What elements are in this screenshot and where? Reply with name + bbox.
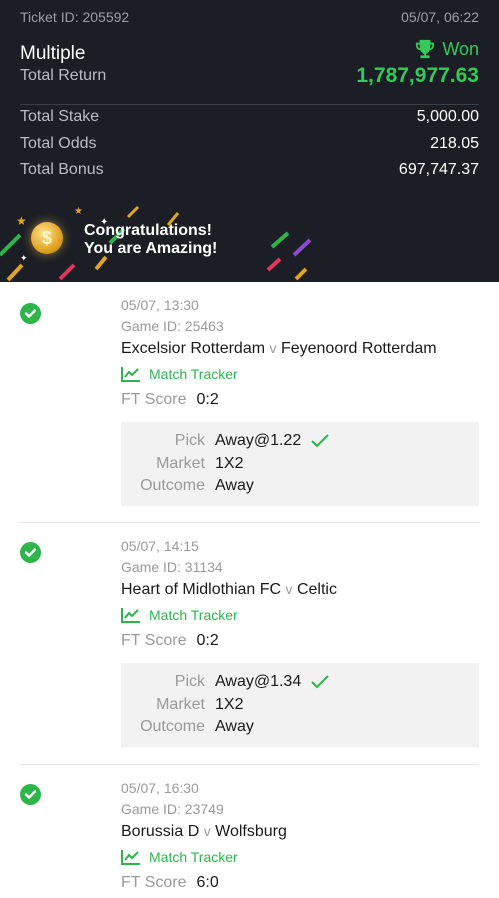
- outcome-value: Away: [215, 718, 254, 736]
- total-return-row: Total Return 1,787,977.63: [20, 64, 479, 88]
- game-id: Game ID: 25463: [121, 318, 224, 334]
- total-stake-label: Total Stake: [20, 108, 100, 125]
- pick-value: Away@1.22: [215, 432, 302, 450]
- outcome-row: Outcome Away: [121, 475, 479, 498]
- game-id: Game ID: 23749: [121, 801, 224, 817]
- total-return-value: 1,787,977.63: [356, 64, 479, 87]
- ft-score-value: 6:0: [196, 874, 219, 891]
- match-details: 05/07, 16:30 Game ID: 23749 Borussia D v…: [121, 779, 479, 893]
- congrats-banner: Congratulations! You are Amazing!: [84, 222, 217, 258]
- versus-label: v: [203, 823, 211, 839]
- chart-icon: [121, 367, 140, 382]
- check-circle-icon: [20, 303, 41, 324]
- match-tracker-link[interactable]: Match Tracker: [121, 364, 479, 384]
- pick-row: Pick Away@1.22: [121, 430, 479, 453]
- market-value: 1X2: [215, 695, 244, 713]
- total-stake-row: Total Stake 5,000.00: [20, 108, 479, 126]
- away-team: Celtic: [296, 581, 337, 598]
- home-team: Heart of Midlothian FC: [121, 581, 282, 598]
- ft-score-row: FT Score 6:0: [121, 873, 479, 893]
- match-time: 05/07, 13:30: [121, 297, 199, 313]
- ft-score-label: FT Score: [121, 632, 187, 649]
- ticket-time: 05/07, 06:22: [401, 9, 479, 25]
- chart-icon: [121, 850, 140, 865]
- ft-score-label: FT Score: [121, 391, 187, 408]
- match-divider: [20, 522, 479, 523]
- pick-label: Pick: [174, 432, 205, 450]
- check-circle-icon: [20, 784, 41, 805]
- match-time: 05/07, 14:15: [121, 538, 199, 554]
- total-stake-value: 5,000.00: [416, 108, 479, 125]
- versus-label: v: [285, 581, 293, 597]
- bet-type: Multiple: [20, 43, 86, 64]
- match-tracker-label: Match Tracker: [149, 607, 238, 623]
- checkmark-icon: [311, 434, 329, 448]
- trophy-icon: [416, 39, 435, 59]
- ticket-id: Ticket ID: 205592: [20, 9, 130, 25]
- total-bonus-label: Total Bonus: [20, 161, 104, 178]
- coin-symbol: $: [41, 227, 52, 248]
- pick-value-wrap: Away@1.22: [215, 432, 329, 450]
- match-divider: [20, 764, 479, 765]
- ft-score-row: FT Score 0:2: [121, 631, 479, 651]
- match-teams: Heart of Midlothian FC v Celtic: [121, 578, 479, 601]
- total-return-label: Total Return: [20, 67, 107, 84]
- confetti-decoration: ★ ★ ✦ ✦: [0, 205, 312, 282]
- ticket-id-row: Ticket ID: 205592 05/07, 06:22: [20, 9, 479, 25]
- won-label: Won: [442, 38, 479, 59]
- won-status: Won: [414, 39, 479, 60]
- match-details: 05/07, 14:15 Game ID: 31134 Heart of Mid…: [121, 537, 479, 747]
- pick-label: Pick: [174, 673, 205, 691]
- outcome-value: Away: [215, 477, 254, 495]
- congrats-line1: Congratulations!: [84, 222, 212, 239]
- away-team: Wolfsburg: [215, 823, 287, 840]
- outcome-row: Outcome Away: [121, 716, 479, 739]
- bet-type-row: Multiple Won: [20, 33, 479, 65]
- pick-details-box: Pick Away@1.22 Market 1X2 Outcome Away: [121, 422, 479, 506]
- match-details: 05/07, 13:30 Game ID: 25463 Excelsior Ro…: [121, 296, 479, 506]
- away-team: Feyenoord Rotterdam: [280, 340, 437, 357]
- svg-text:★: ★: [74, 206, 83, 217]
- check-circle-icon: [20, 542, 41, 563]
- market-label: Market: [156, 695, 205, 713]
- match-time: 05/07, 16:30: [121, 780, 199, 796]
- match-teams: Borussia D v Wolfsburg: [121, 820, 479, 843]
- congrats-line2: You are Amazing!: [84, 240, 218, 257]
- ft-score-label: FT Score: [121, 874, 187, 891]
- market-row: Market 1X2: [121, 694, 479, 717]
- outcome-label: Outcome: [140, 718, 205, 736]
- home-team: Excelsior Rotterdam: [121, 340, 266, 357]
- total-odds-row: Total Odds 218.05: [20, 135, 479, 153]
- svg-text:✦: ✦: [20, 253, 28, 263]
- match-tracker-label: Match Tracker: [149, 366, 238, 382]
- checkmark-icon: [311, 675, 329, 689]
- ft-score-row: FT Score 0:2: [121, 390, 479, 410]
- coin-icon: $: [31, 222, 63, 254]
- outcome-label: Outcome: [140, 477, 205, 495]
- ft-score-value: 0:2: [196, 632, 219, 649]
- home-team: Borussia D: [121, 823, 200, 840]
- chart-icon: [121, 608, 140, 623]
- total-bonus-row: Total Bonus 697,747.37: [20, 161, 479, 179]
- market-row: Market 1X2: [121, 453, 479, 476]
- match-tracker-link[interactable]: Match Tracker: [121, 847, 479, 867]
- pick-value-wrap: Away@1.34: [215, 673, 329, 691]
- total-odds-value: 218.05: [430, 135, 479, 152]
- ticket-summary-header: Ticket ID: 205592 05/07, 06:22 Multiple …: [0, 0, 499, 282]
- pick-value: Away@1.34: [215, 673, 302, 691]
- pick-details-box: Pick Away@1.34 Market 1X2 Outcome Away: [121, 663, 479, 747]
- match-tracker-link[interactable]: Match Tracker: [121, 605, 479, 625]
- match-tracker-label: Match Tracker: [149, 849, 238, 865]
- versus-label: v: [269, 340, 277, 356]
- svg-text:★: ★: [16, 214, 27, 228]
- total-bonus-value: 697,747.37: [398, 161, 479, 178]
- header-divider: [20, 104, 479, 105]
- market-label: Market: [156, 454, 205, 472]
- ft-score-value: 0:2: [196, 391, 219, 408]
- total-odds-label: Total Odds: [20, 135, 97, 152]
- match-teams: Excelsior Rotterdam v Feyenoord Rotterda…: [121, 337, 479, 360]
- pick-row: Pick Away@1.34: [121, 671, 479, 694]
- market-value: 1X2: [215, 454, 244, 472]
- game-id: Game ID: 31134: [121, 559, 223, 575]
